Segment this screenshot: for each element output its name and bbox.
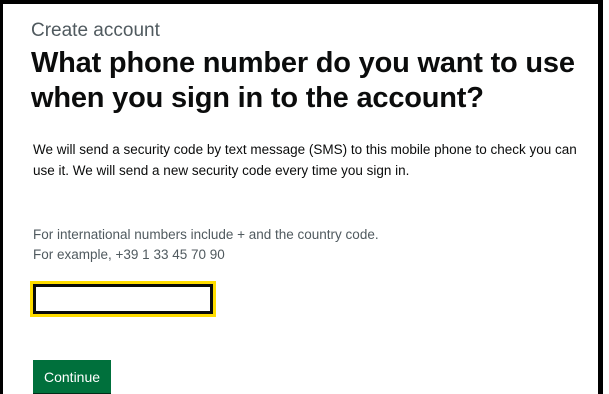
phone-hint-example: For example, +39 1 33 45 70 90: [33, 247, 225, 262]
phone-hint: For international numbers include + and …: [33, 225, 591, 265]
main-content: Create account What phone number do you …: [30, 20, 591, 393]
page-caption: Create account: [31, 20, 160, 41]
screenshot-frame: Create account What phone number do you …: [0, 0, 603, 394]
sms-explanation-text: We will send a security code by text mes…: [33, 142, 577, 178]
page-title: What phone number do you want to use whe…: [31, 47, 575, 114]
phone-hint-line: For international numbers include + and …: [33, 227, 379, 242]
continue-button[interactable]: Continue: [33, 360, 112, 393]
phone-number-input[interactable]: [30, 281, 216, 317]
